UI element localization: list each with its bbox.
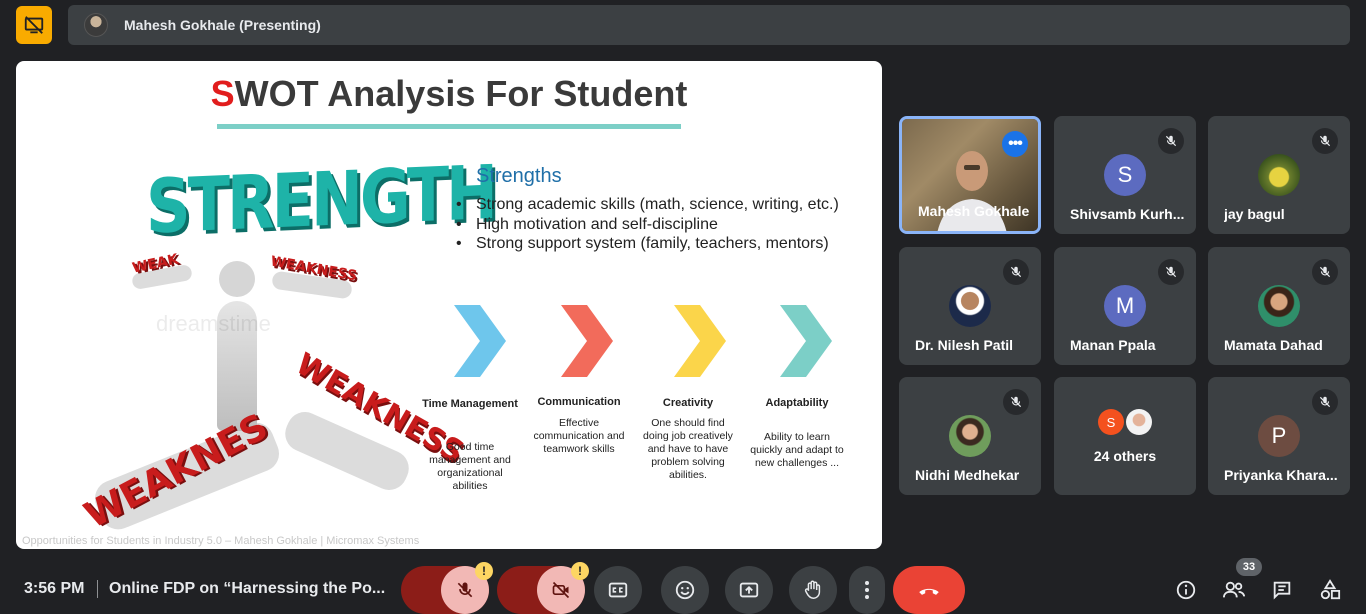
- participant-tile[interactable]: S Shivsamb Kurh...: [1054, 116, 1196, 234]
- meeting-title[interactable]: Online FDP on “Harnessing the Po...: [109, 580, 385, 598]
- figure-head: [219, 261, 255, 297]
- avatar: [1258, 285, 1300, 327]
- slide-footer: Opportunities for Students in Industry 5…: [22, 535, 420, 547]
- chat-icon[interactable]: [1270, 578, 1294, 602]
- avatar: S: [1104, 154, 1146, 196]
- mic-control[interactable]: !: [401, 562, 493, 614]
- mic-off-icon: [1003, 389, 1029, 415]
- section-heading: Strengths: [476, 165, 562, 187]
- presenter-label: Mahesh Gokhale (Presenting): [124, 17, 321, 33]
- participant-tile-video[interactable]: ••• Mahesh Gokhale: [899, 116, 1041, 234]
- avatar: M: [1104, 285, 1146, 327]
- people-count-badge: 33: [1236, 558, 1262, 576]
- strength-weakness-illustration: STRENGTH dreamstime WEAKNES WEAKNESS WEA…: [42, 148, 495, 536]
- participant-name: Priyanka Khara...: [1224, 467, 1338, 483]
- hang-up-icon: [919, 588, 939, 595]
- participant-tile-others[interactable]: S 24 others: [1054, 377, 1196, 495]
- clock: 3:56 PM: [24, 580, 85, 597]
- participant-tile[interactable]: jay bagul: [1208, 116, 1350, 234]
- participant-name: Manan Ppala: [1070, 337, 1156, 353]
- reactions-button[interactable]: [661, 566, 709, 614]
- participant-name: jay bagul: [1224, 206, 1285, 222]
- presenter-video-figure: [937, 151, 1007, 231]
- present-icon: [739, 582, 759, 598]
- list-item: Strong support system (family, teachers,…: [456, 234, 856, 254]
- chevron-icon: [780, 305, 832, 377]
- list-item: Strong academic skills (math, science, w…: [456, 195, 856, 215]
- emoji-icon: [675, 580, 695, 600]
- avatar: [949, 415, 991, 457]
- participant-tile[interactable]: M Manan Ppala: [1054, 247, 1196, 365]
- avatar: P: [1258, 415, 1300, 457]
- warning-badge: !: [475, 562, 493, 580]
- raise-hand-button[interactable]: [789, 566, 837, 614]
- more-options-icon[interactable]: •••: [1002, 131, 1028, 157]
- captions-icon: [608, 582, 628, 598]
- presentation-paused-icon[interactable]: [16, 6, 52, 44]
- list-item: High motivation and self-discipline: [456, 215, 856, 235]
- avatar: [1258, 154, 1300, 196]
- more-vertical-icon: [865, 581, 869, 599]
- strengths-list: Strong academic skills (math, science, w…: [456, 195, 856, 254]
- mic-off-icon: [1312, 389, 1338, 415]
- chevron-icon: [454, 305, 506, 377]
- participant-name: Mahesh Gokhale: [918, 203, 1030, 219]
- presenter-bar: Mahesh Gokhale (Presenting): [68, 5, 1350, 45]
- activities-icon[interactable]: [1318, 578, 1342, 602]
- avatar: [949, 285, 991, 327]
- participant-tile[interactable]: P Priyanka Khara...: [1208, 377, 1350, 495]
- participant-name: Mamata Dahad: [1224, 337, 1323, 353]
- others-count: 24 others: [1093, 448, 1157, 464]
- mic-off-icon: [1158, 259, 1184, 285]
- mic-off-icon: [1312, 128, 1338, 154]
- mic-off-icon: [1158, 128, 1184, 154]
- title-underline: [217, 124, 681, 129]
- stock-watermark: dreamstime: [156, 311, 271, 336]
- warning-badge: !: [571, 562, 589, 580]
- present-screen-button[interactable]: [725, 566, 773, 614]
- chevron-icon: [561, 305, 613, 377]
- avatar: S: [1098, 409, 1124, 435]
- participant-tile[interactable]: Nidhi Medhekar: [899, 377, 1041, 495]
- slide-title-rest: WOT Analysis For Student: [234, 73, 688, 114]
- hand-icon: [804, 580, 821, 599]
- column-desc: Effective communication and teamwork ski…: [533, 417, 625, 455]
- participant-name: Nidhi Medhekar: [915, 467, 1020, 483]
- slide-title-first-letter: S: [210, 73, 235, 114]
- participant-name: Shivsamb Kurh...: [1070, 206, 1185, 222]
- more-options-button[interactable]: [849, 566, 885, 614]
- participant-tile[interactable]: Mamata Dahad: [1208, 247, 1350, 365]
- divider: [97, 580, 98, 598]
- column-title: Creativity: [662, 397, 714, 409]
- column-desc: Good time management and organizational …: [429, 441, 511, 492]
- column-title: Communication: [537, 396, 621, 408]
- avatar: [1126, 409, 1152, 435]
- mic-off-icon: [1312, 259, 1338, 285]
- strength-word: STRENGTH: [146, 148, 495, 251]
- column-title: Adaptability: [765, 397, 829, 409]
- captions-button[interactable]: [594, 566, 642, 614]
- mic-off-icon: [1003, 259, 1029, 285]
- people-icon[interactable]: [1222, 578, 1246, 602]
- participant-name: Dr. Nilesh Patil: [915, 337, 1014, 353]
- shared-slide: SWOT Analysis For Student STRENGTH dream…: [16, 61, 882, 549]
- info-icon[interactable]: [1174, 578, 1198, 602]
- column-desc: Ability to learn quickly and adapt to ne…: [750, 431, 844, 469]
- camera-control[interactable]: !: [497, 562, 589, 614]
- chevron-icon: [674, 305, 726, 377]
- presenter-avatar: [84, 13, 108, 37]
- column-desc: One should find doing job creatively and…: [643, 417, 733, 481]
- participant-tile[interactable]: Dr. Nilesh Patil: [899, 247, 1041, 365]
- column-title: Time Management: [422, 398, 518, 410]
- leave-call-button[interactable]: [893, 566, 965, 614]
- slide-title: SWOT Analysis For Student: [16, 73, 882, 115]
